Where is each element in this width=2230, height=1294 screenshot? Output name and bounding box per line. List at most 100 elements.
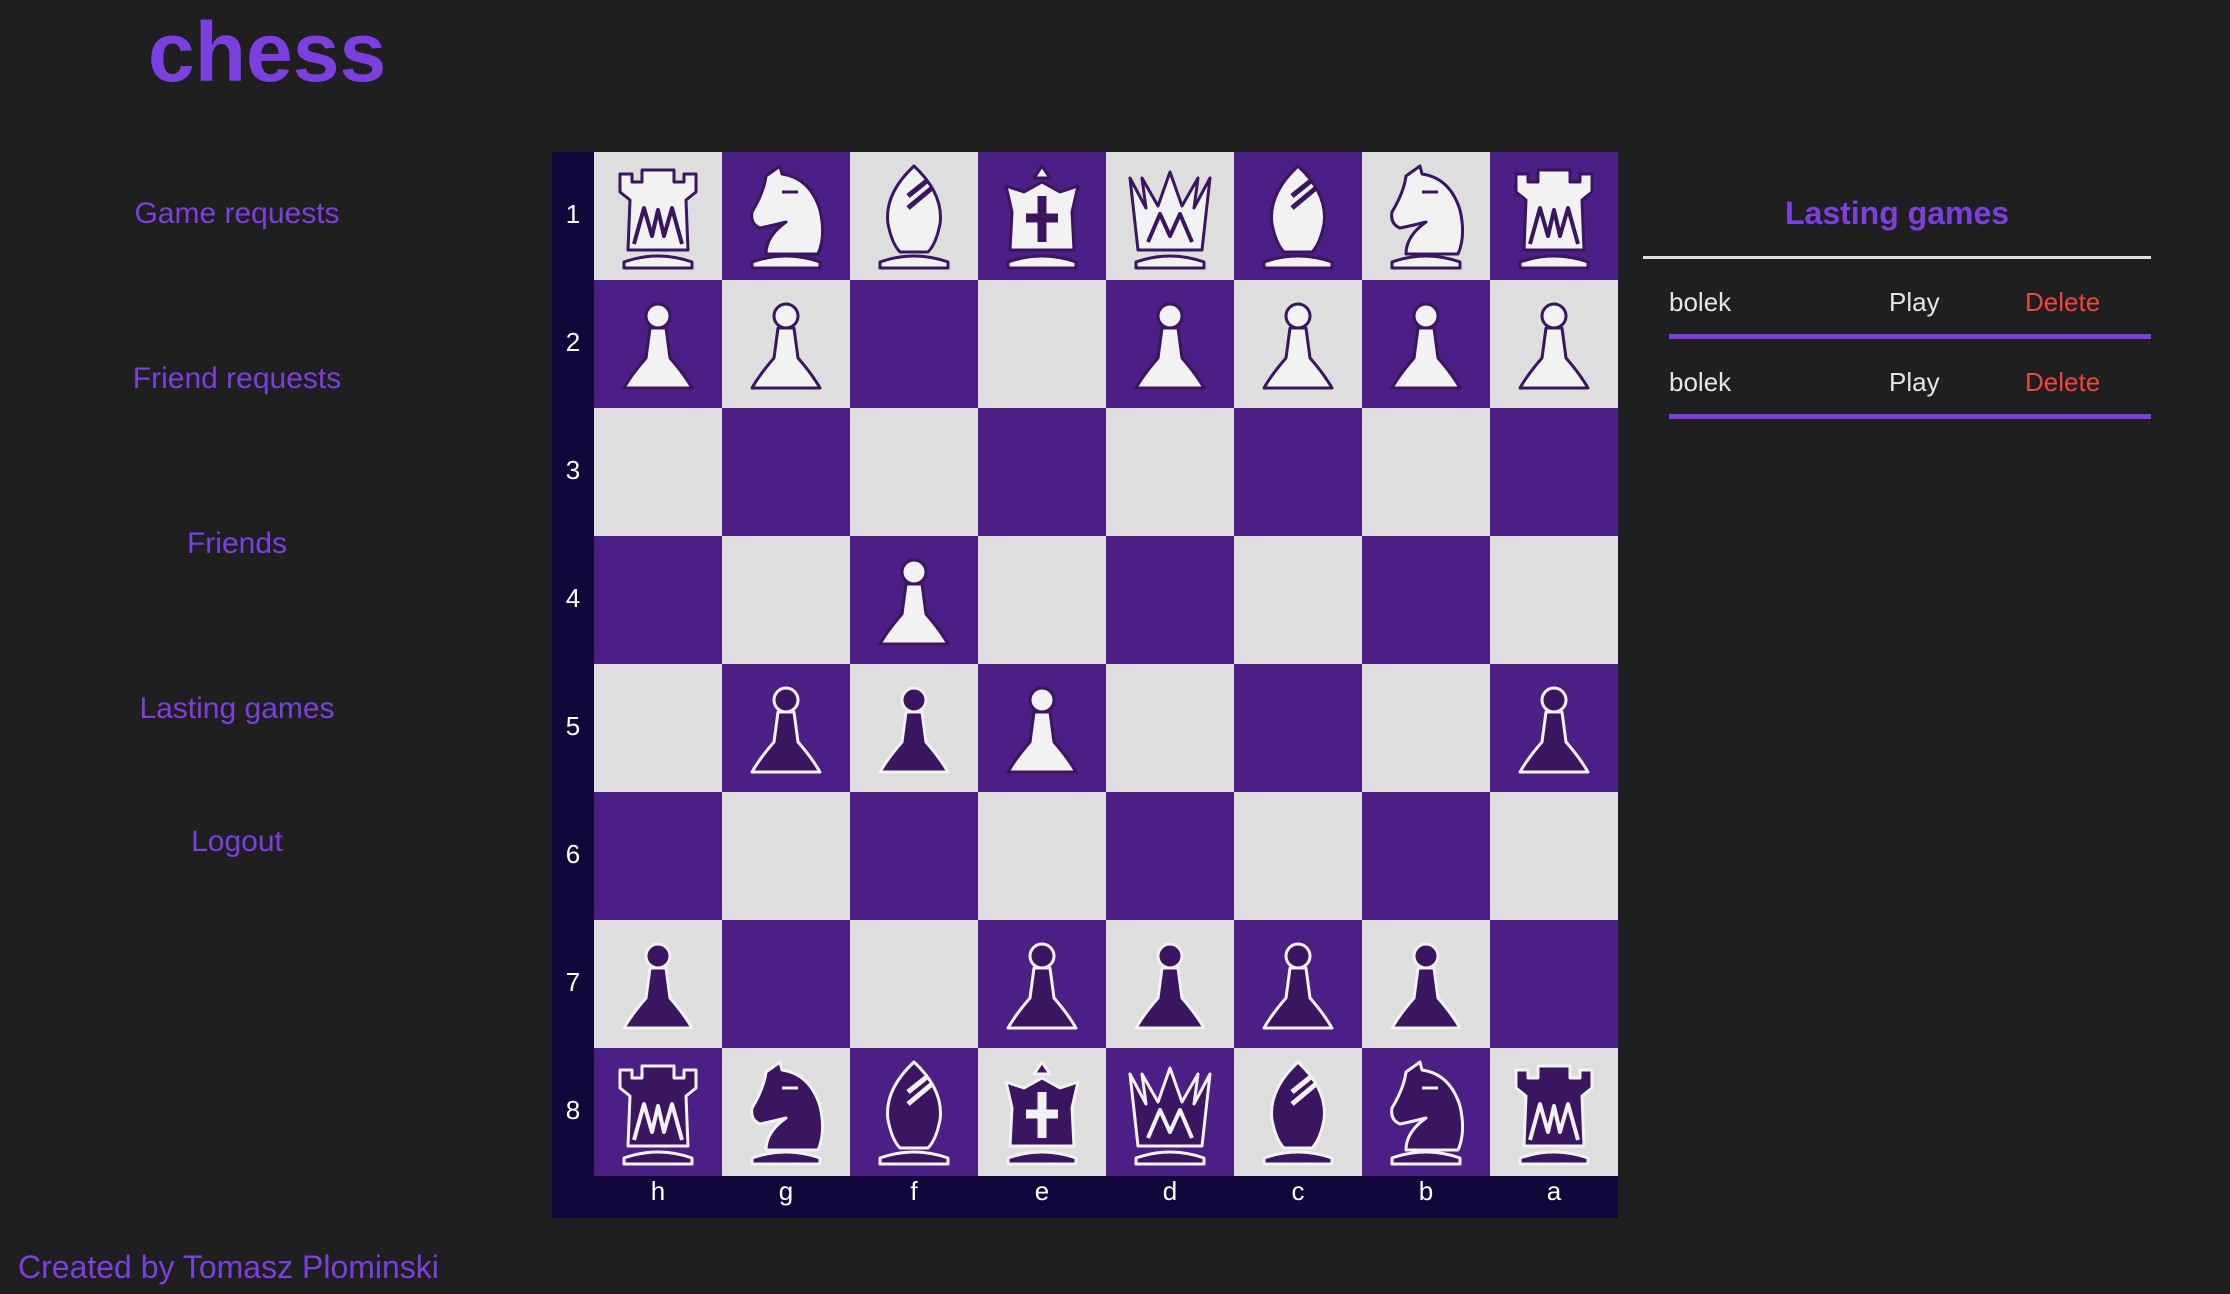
board-square[interactable]	[1106, 408, 1234, 536]
board-square[interactable]	[850, 152, 978, 280]
rank-label: 7	[565, 967, 581, 997]
board-square[interactable]	[1106, 536, 1234, 664]
white-pawn-icon	[750, 302, 822, 390]
board-square[interactable]	[1106, 1048, 1234, 1176]
board-square[interactable]	[722, 408, 850, 536]
rank-label: 6	[565, 839, 581, 869]
board-square[interactable]	[978, 792, 1106, 920]
nav-game-requests[interactable]: Game requests	[0, 197, 474, 231]
board-square[interactable]	[722, 664, 850, 792]
panel-title: Lasting games	[1784, 195, 2010, 231]
board-square[interactable]	[1490, 536, 1618, 664]
board-square[interactable]	[1234, 792, 1362, 920]
board-square[interactable]	[1362, 792, 1490, 920]
board-square[interactable]	[850, 792, 978, 920]
white-bishop-icon	[878, 164, 950, 270]
board-square[interactable]	[722, 152, 850, 280]
play-button[interactable]: Play	[1889, 287, 1940, 318]
black-pawn-icon	[1134, 942, 1206, 1030]
board-square[interactable]	[1106, 152, 1234, 280]
board-square[interactable]	[1490, 792, 1618, 920]
black-rook-icon	[618, 1064, 698, 1166]
board-square[interactable]	[978, 280, 1106, 408]
board-square[interactable]	[594, 536, 722, 664]
board-square[interactable]	[722, 920, 850, 1048]
board-square[interactable]	[978, 152, 1106, 280]
delete-button[interactable]: Delete	[2025, 367, 2100, 398]
black-pawn-icon	[622, 942, 694, 1030]
board-square[interactable]	[1362, 536, 1490, 664]
board-square[interactable]	[1362, 1048, 1490, 1176]
board-square[interactable]	[1106, 920, 1234, 1048]
delete-button[interactable]: Delete	[2025, 287, 2100, 318]
board-square[interactable]	[1362, 408, 1490, 536]
board-square[interactable]	[1490, 920, 1618, 1048]
board-square[interactable]	[722, 1048, 850, 1176]
rank-label: 8	[565, 1095, 581, 1125]
board-square[interactable]	[850, 280, 978, 408]
board-square[interactable]	[722, 280, 850, 408]
board-square[interactable]	[1234, 536, 1362, 664]
board-square[interactable]	[1362, 664, 1490, 792]
board-square[interactable]	[1362, 280, 1490, 408]
black-bishop-icon	[878, 1060, 950, 1166]
nav-logout[interactable]: Logout	[0, 825, 474, 859]
nav-friends[interactable]: Friends	[0, 527, 474, 561]
board-square[interactable]	[850, 536, 978, 664]
rank-label: 4	[565, 583, 581, 613]
white-queen-icon	[1128, 170, 1212, 270]
white-pawn-icon	[878, 558, 950, 646]
white-bishop-icon	[1262, 164, 1334, 270]
board-square[interactable]	[594, 152, 722, 280]
board-square[interactable]	[978, 664, 1106, 792]
board-square[interactable]	[1490, 664, 1618, 792]
board-square[interactable]	[722, 536, 850, 664]
board-square[interactable]	[1106, 280, 1234, 408]
board-square[interactable]	[594, 408, 722, 536]
game-row: bolek Play Delete	[1669, 339, 2151, 419]
board-square[interactable]	[594, 792, 722, 920]
play-button[interactable]: Play	[1889, 367, 1940, 398]
board-square[interactable]	[1106, 664, 1234, 792]
board-square[interactable]	[594, 1048, 722, 1176]
file-label: g	[778, 1176, 794, 1206]
black-pawn-icon	[1006, 942, 1078, 1030]
board-square[interactable]	[1490, 408, 1618, 536]
chess-board[interactable]	[594, 152, 1618, 1176]
white-pawn-icon	[1390, 302, 1462, 390]
board-square[interactable]	[1234, 280, 1362, 408]
white-pawn-icon	[1006, 686, 1078, 774]
board-square[interactable]	[850, 664, 978, 792]
black-pawn-icon	[750, 686, 822, 774]
board-square[interactable]	[1490, 280, 1618, 408]
lasting-games-panel: Lasting games bolek Play Delete bolek Pl…	[1643, 180, 2151, 419]
board-square[interactable]	[1490, 152, 1618, 280]
board-square[interactable]	[978, 408, 1106, 536]
board-square[interactable]	[978, 1048, 1106, 1176]
board-square[interactable]	[978, 536, 1106, 664]
board-square[interactable]	[1234, 664, 1362, 792]
board-square[interactable]	[978, 920, 1106, 1048]
board-square[interactable]	[722, 792, 850, 920]
file-label: a	[1546, 1176, 1562, 1206]
file-label: c	[1291, 1176, 1305, 1206]
board-square[interactable]	[850, 1048, 978, 1176]
black-bishop-icon	[1262, 1060, 1334, 1166]
board-square[interactable]	[1234, 152, 1362, 280]
board-square[interactable]	[594, 280, 722, 408]
board-square[interactable]	[850, 920, 978, 1048]
board-square[interactable]	[1362, 152, 1490, 280]
black-pawn-icon	[1390, 942, 1462, 1030]
board-square[interactable]	[1234, 408, 1362, 536]
board-square[interactable]	[1106, 792, 1234, 920]
board-square[interactable]	[1234, 920, 1362, 1048]
board-square[interactable]	[594, 920, 722, 1048]
board-square[interactable]	[1362, 920, 1490, 1048]
board-square[interactable]	[1234, 1048, 1362, 1176]
board-square[interactable]	[594, 664, 722, 792]
white-pawn-icon	[1518, 302, 1590, 390]
nav-friend-requests[interactable]: Friend requests	[0, 362, 474, 396]
board-square[interactable]	[850, 408, 978, 536]
board-square[interactable]	[1490, 1048, 1618, 1176]
nav-lasting-games[interactable]: Lasting games	[0, 692, 474, 726]
